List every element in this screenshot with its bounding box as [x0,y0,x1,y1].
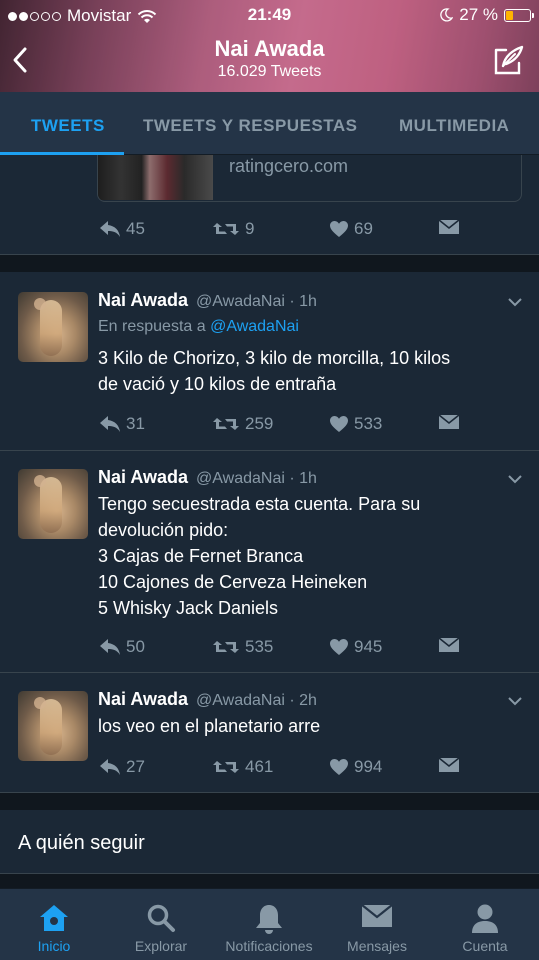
retweet-icon [213,418,239,430]
reply-count: 31 [126,414,145,433]
nav-inicio[interactable]: Inicio [0,889,108,960]
avatar[interactable] [18,469,88,539]
retweet-count: 9 [245,219,255,238]
envelope-icon [438,219,460,234]
tab-tweets[interactable]: TWEETS [31,116,105,136]
profile-name: Nai Awada [214,36,325,61]
retweet-button[interactable]: 259 [212,414,273,434]
direct-message-button[interactable] [438,414,460,430]
retweet-icon [213,223,239,235]
heart-icon [330,639,348,655]
heart-icon [330,759,348,775]
status-bar: Movistar 21:49 27 % [0,0,539,30]
author-name[interactable]: Nai Awada [98,689,188,710]
author-name[interactable]: Nai Awada [98,290,188,311]
reply-count: 45 [126,219,145,238]
chevron-down-icon[interactable] [507,473,523,485]
direct-message-button[interactable] [438,757,460,773]
profile-header: Movistar 21:49 27 % Nai Awada 16.029 Twe… [0,0,539,92]
envelope-icon [438,637,460,652]
reply-icon [100,221,120,237]
like-button[interactable]: 994 [329,757,382,777]
compose-tweet-button[interactable] [493,44,525,76]
reply-button[interactable]: 27 [99,757,145,777]
tweet-text: 3 Kilo de Chorizo, 3 kilo de morcilla, 1… [98,348,451,394]
bottom-tab-bar: Inicio Explorar Notificaciones Mensajes … [0,888,539,960]
search-icon [147,904,175,932]
reply-icon [100,759,120,775]
author-name[interactable]: Nai Awada [98,467,188,488]
link-thumbnail [98,155,213,200]
reply-button[interactable]: 31 [99,414,145,434]
like-button[interactable]: 945 [329,637,382,657]
retweet-button[interactable]: 535 [212,637,273,657]
reply-button[interactable]: 50 [99,637,145,657]
nav-label: Cuenta [462,938,508,954]
retweet-button[interactable]: 461 [212,757,273,777]
nav-mensajes[interactable]: Mensajes [323,889,431,960]
active-tab-indicator [0,152,124,155]
avatar[interactable] [18,292,88,362]
battery-percent: 27 % [459,5,498,24]
chevron-down-icon[interactable] [507,695,523,707]
like-count: 994 [354,757,383,776]
tweet-feed[interactable]: ratingcero.com 45 9 69 Nai Awada @AwadaN… [0,155,539,888]
reply-icon [100,416,120,432]
moon-icon [440,8,454,22]
like-count: 945 [354,637,383,656]
like-button[interactable]: 533 [329,414,382,434]
like-count: 69 [354,219,373,238]
retweet-button[interactable]: 9 [212,219,254,239]
who-to-follow-section[interactable]: A quién seguir [0,810,539,874]
chevron-down-icon[interactable] [507,296,523,308]
tweet-text: los veo en el planetario arre [98,716,321,736]
bell-icon [256,905,282,934]
retweet-count: 259 [245,414,274,433]
like-button[interactable]: 69 [329,219,373,239]
reply-button[interactable]: 45 [99,219,145,239]
avatar[interactable] [18,691,88,761]
author-handle: @AwadaNai · 2h [196,692,317,709]
who-to-follow-title: A quién seguir [18,832,145,854]
link-domain: ratingcero.com [229,156,349,176]
reply-count: 50 [126,637,145,656]
reply-icon [100,639,120,655]
retweet-icon [213,761,239,773]
person-icon [472,904,498,933]
author-handle: @AwadaNai · 1h [196,470,317,487]
tweet-card[interactable]: Nai Awada @AwadaNai · 1h En respuesta a … [0,272,539,451]
tweet-count: 16.029 Tweets [217,63,322,80]
envelope-icon [361,904,393,927]
like-count: 533 [354,414,383,433]
tweet-card[interactable]: Nai Awada @AwadaNai · 2h los veo en el p… [0,673,539,793]
nav-explorar[interactable]: Explorar [107,889,215,960]
battery-icon [504,8,534,22]
mention-link[interactable]: @AwadaNai [210,318,299,335]
tab-tweets-y-respuestas[interactable]: TWEETS Y RESPUESTAS [143,116,358,136]
direct-message-button[interactable] [438,219,460,235]
retweet-count: 535 [245,637,274,656]
nav-cuenta[interactable]: Cuenta [431,889,539,960]
tweet-card[interactable]: Nai Awada @AwadaNai · 1h Tengo secuestra… [0,451,539,673]
heart-icon [330,221,348,237]
retweet-icon [213,641,239,653]
retweet-count: 461 [245,757,274,776]
direct-message-button[interactable] [438,637,460,653]
heart-icon [330,416,348,432]
tweet-text: Tengo secuestrada esta cuenta. Para su d… [98,494,421,618]
reply-count: 27 [126,757,145,776]
tweet-card[interactable]: ratingcero.com 45 9 69 [0,155,539,255]
link-preview-card[interactable]: ratingcero.com [97,155,522,202]
nav-notificaciones[interactable]: Notificaciones [215,889,323,960]
reply-context: En respuesta a @AwadaNai [98,318,299,335]
home-icon [40,905,68,931]
author-handle: @AwadaNai · 1h [196,293,317,310]
profile-tabs: TWEETS TWEETS Y RESPUESTAS MULTIMEDIA [0,92,539,155]
envelope-icon [438,757,460,772]
envelope-icon [438,414,460,429]
tab-multimedia[interactable]: MULTIMEDIA [399,116,509,136]
